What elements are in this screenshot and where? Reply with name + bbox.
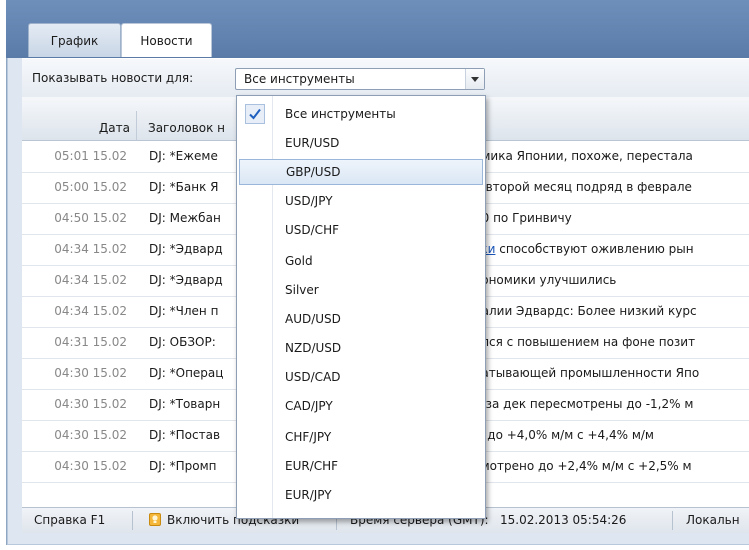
filter-bar: Показывать новости для: Все инструменты xyxy=(22,58,749,98)
dropdown-option[interactable]: USD/CAD xyxy=(237,364,485,390)
row-title: DJ: *Операц xyxy=(149,366,224,380)
instrument-select[interactable]: Все инструменты xyxy=(235,68,485,90)
dropdown-option-label: USD/JPY xyxy=(285,194,333,208)
dropdown-option-label: CAD/JPY xyxy=(285,399,333,413)
row-title: DJ: *Банк Я xyxy=(149,180,219,194)
instrument-dropdown-list: Все инструменты EUR/USD GBP/USD USD/JPY USD/… xyxy=(236,95,486,519)
dropdown-option-label: USD/CAD xyxy=(285,370,341,384)
help-link[interactable]: Справка F1 xyxy=(34,513,105,527)
row-title-tail: 50 по Гринвичу xyxy=(474,211,572,225)
row-title-tail: зки способствуют оживлению рын xyxy=(474,242,694,256)
tab-news[interactable]: Новости xyxy=(121,23,212,57)
row-title-tail: батывающей промышленности Япо xyxy=(474,366,699,380)
row-title: DJ: *Постав xyxy=(149,428,221,442)
dropdown-option[interactable]: Все инструменты xyxy=(237,101,485,127)
dropdown-option[interactable]: EUR/USD xyxy=(237,130,485,156)
dropdown-option[interactable]: AUD/USD xyxy=(237,306,485,332)
dropdown-option[interactable]: EUR/CHF xyxy=(237,453,485,479)
dropdown-option-label: USD/CHF xyxy=(285,223,339,237)
dropdown-option[interactable]: NZD/USD xyxy=(237,335,485,361)
row-title: DJ: *Промп xyxy=(149,459,217,473)
row-date: 04:34 15.02 xyxy=(54,304,127,318)
row-title: DJ: *Ежеме xyxy=(149,149,218,163)
dropdown-option-label: Все инструменты xyxy=(285,107,396,121)
filter-label: Показывать новости для: xyxy=(32,71,194,85)
row-tail-text: ы до +4,0% м/м с +4,4% м/м xyxy=(474,428,654,442)
status-divider xyxy=(672,511,673,530)
row-date: 04:30 15.02 xyxy=(54,428,127,442)
row-title: DJ: *Эдвард xyxy=(149,242,223,256)
dropdown-option-label: Silver xyxy=(285,283,319,297)
dropdown-option[interactable]: GBP/USD xyxy=(239,159,483,185)
dropdown-option-label: EUR/CHF xyxy=(285,459,339,473)
row-tail-text: способствуют оживлению рын xyxy=(495,242,694,256)
instrument-select-value: Все инструменты xyxy=(244,72,355,86)
row-date: 04:50 15.02 xyxy=(54,211,127,225)
row-title-tail: омика Японии, похоже, перестала xyxy=(474,149,693,163)
column-divider[interactable] xyxy=(136,111,137,140)
row-date: 04:34 15.02 xyxy=(54,242,127,256)
row-title: DJ: *Член п xyxy=(149,304,219,318)
row-tail-text: кономики улучшились xyxy=(474,273,617,287)
row-title-tail: ался с повышением на фоне позит xyxy=(474,335,695,349)
row-title-tail: и второй месяц подряд в феврале xyxy=(474,180,692,194)
dropdown-option[interactable]: Gold xyxy=(237,248,485,274)
row-tail-text: смотрено до +2,4% м/м с +2,5% м xyxy=(474,459,692,473)
chevron-down-icon[interactable] xyxy=(465,69,484,89)
dropdown-option[interactable]: CHF/JPY xyxy=(237,424,485,450)
row-date: 04:30 15.02 xyxy=(54,459,127,473)
row-date: 04:34 15.02 xyxy=(54,273,127,287)
row-title-tail: ралии Эдвардс: Более низкий курс xyxy=(474,304,697,318)
dropdown-option[interactable]: Silver xyxy=(237,277,485,303)
row-title: DJ: ОБЗОР: xyxy=(149,335,216,349)
dropdown-option-label: AUD/USD xyxy=(285,312,341,326)
row-title: DJ: *Товарн xyxy=(149,397,221,411)
row-tail-text: и второй месяц подряд в феврале xyxy=(474,180,692,194)
row-date: 05:00 15.02 xyxy=(54,180,127,194)
row-date: 04:30 15.02 xyxy=(54,366,127,380)
dropdown-option[interactable]: CAD/JPY xyxy=(237,393,485,419)
local-time-label: Локальн xyxy=(686,513,740,527)
row-tail-text: ралии Эдвардс: Более низкий курс xyxy=(474,304,697,318)
row-tail-text: 50 по Гринвичу xyxy=(474,211,572,225)
row-title-tail: ы до +4,0% м/м с +4,4% м/м xyxy=(474,428,654,442)
dropdown-option[interactable]: EUR/JPY xyxy=(237,482,485,508)
lightbulb-icon xyxy=(149,513,161,526)
row-tail-text: омика Японии, похоже, перестала xyxy=(474,149,693,163)
status-divider xyxy=(132,511,133,530)
row-date: 05:01 15.02 xyxy=(54,149,127,163)
server-time-value: 15.02.2013 05:54:26 xyxy=(500,513,627,527)
column-header-title[interactable]: Заголовок н xyxy=(148,121,225,135)
dropdown-option-label: GBP/USD xyxy=(286,165,341,179)
dropdown-option[interactable]: USD/JPY xyxy=(237,188,485,214)
tab-chart[interactable]: График xyxy=(28,23,121,57)
row-tail-text: батывающей промышленности Япо xyxy=(474,366,700,380)
row-tail-text: ался с повышением на фоне позит xyxy=(474,335,696,349)
row-title-tail: и за дек пересмотрены до -1,2% м xyxy=(474,397,693,411)
dropdown-option[interactable]: USD/CHF xyxy=(237,217,485,243)
row-title: DJ: *Эдвард xyxy=(149,273,223,287)
row-date: 04:31 15.02 xyxy=(54,335,127,349)
row-title-tail: смотрено до +2,4% м/м с +2,5% м xyxy=(474,459,692,473)
dropdown-option-label: NZD/USD xyxy=(285,341,342,355)
dropdown-option-label: CHF/JPY xyxy=(285,430,332,444)
dropdown-option-label: EUR/JPY xyxy=(285,488,332,502)
column-header-date[interactable]: Дата xyxy=(22,121,130,135)
dropdown-option-label: EUR/USD xyxy=(285,136,340,150)
row-date: 04:30 15.02 xyxy=(54,397,127,411)
row-title: DJ: Межбан xyxy=(149,211,221,225)
checkmark-icon xyxy=(245,104,265,124)
row-tail-text: и за дек пересмотрены до -1,2% м xyxy=(474,397,694,411)
dropdown-option-label: Gold xyxy=(285,254,313,268)
row-title-tail: кономики улучшились xyxy=(474,273,616,287)
